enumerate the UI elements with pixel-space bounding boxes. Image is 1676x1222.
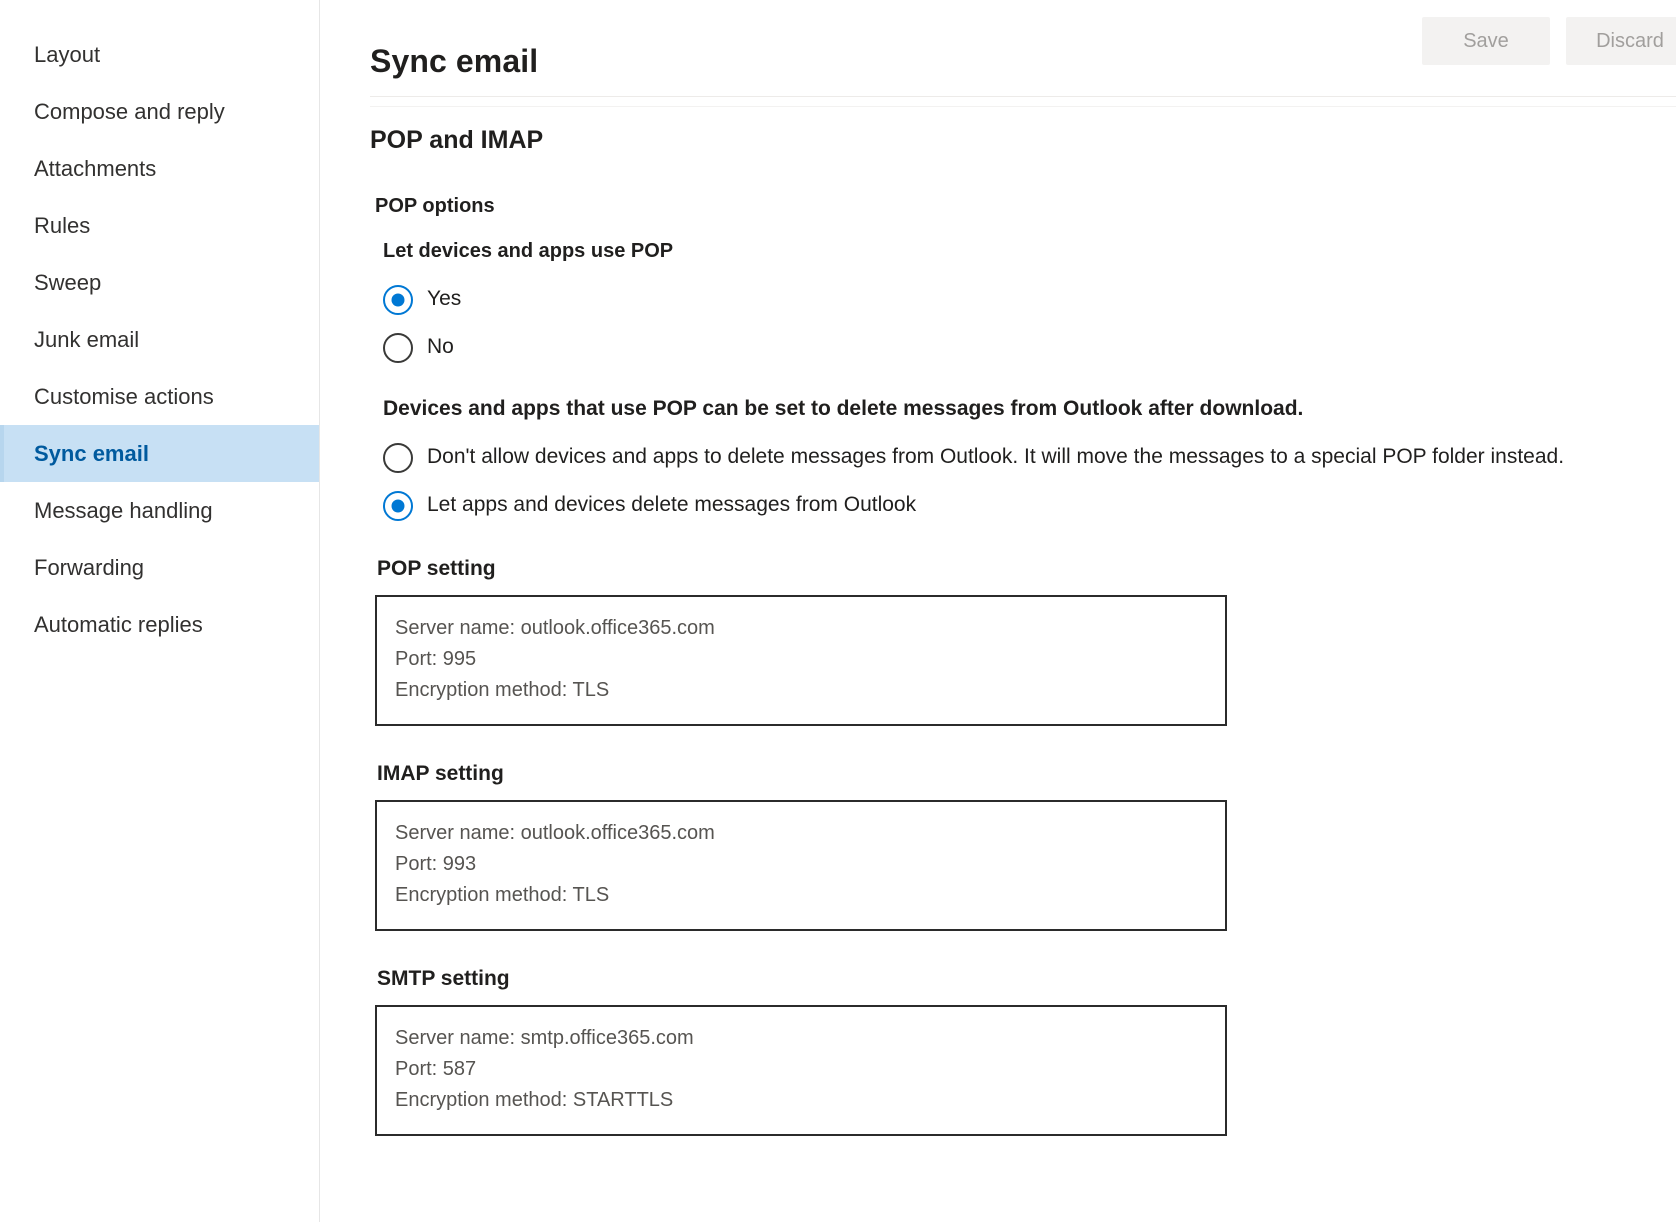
sidebar-item-label: Customise actions xyxy=(34,383,214,409)
smtp-port: Port: 587 xyxy=(395,1058,477,1080)
sidebar-item-junk-email[interactable]: Junk email xyxy=(0,311,319,368)
radio-icon-pop-yes[interactable] xyxy=(383,285,413,315)
radio-row-pop-no[interactable]: No xyxy=(375,331,1676,363)
pop-setting-label: POP setting xyxy=(377,557,496,580)
smtp-setting-box: Server name: smtp.office365.com Port: 58… xyxy=(375,1005,1227,1136)
delete-messages-statement: Devices and apps that use POP can be set… xyxy=(383,397,1304,420)
sidebar-item-label: Forwarding xyxy=(34,554,145,580)
sidebar-item-label: Rules xyxy=(34,212,91,238)
sidebar-item-forwarding[interactable]: Forwarding xyxy=(0,539,319,596)
sidebar-item-sync-email[interactable]: Sync email xyxy=(0,425,319,482)
save-button[interactable]: Save xyxy=(1422,17,1550,65)
pop-server-name: Server name: outlook.office365.com xyxy=(395,617,715,639)
sidebar-item-rules[interactable]: Rules xyxy=(0,197,319,254)
sidebar-item-label: Sweep xyxy=(34,269,102,295)
pop-options-block: POP options Let devices and apps use POP… xyxy=(370,195,1676,1136)
radio-label-allow-delete: Let apps and devices delete messages fro… xyxy=(427,493,917,516)
radio-icon-allow-delete[interactable] xyxy=(383,491,413,521)
sidebar-item-label: Sync email xyxy=(34,440,149,466)
pop-setting-box: Server name: outlook.office365.com Port:… xyxy=(375,595,1227,726)
imap-encryption: Encryption method: TLS xyxy=(395,884,610,906)
radio-row-allow-delete[interactable]: Let apps and devices delete messages fro… xyxy=(375,489,1676,521)
sidebar-item-label: Automatic replies xyxy=(34,611,203,637)
header-actions: Save Discard xyxy=(1422,17,1676,65)
sidebar-item-label: Junk email xyxy=(34,326,140,352)
pop-port: Port: 995 xyxy=(395,648,477,670)
radio-label-dont-allow-delete: Don't allow devices and apps to delete m… xyxy=(427,445,1565,468)
radio-icon-dont-allow-delete[interactable] xyxy=(383,443,413,473)
section-title-pop-and-imap: POP and IMAP xyxy=(370,126,544,154)
pop-options-title: POP options xyxy=(375,195,495,217)
settings-content: POP and IMAP POP options Let devices and… xyxy=(320,96,1676,1136)
sidebar-item-compose-and-reply[interactable]: Compose and reply xyxy=(0,83,319,140)
smtp-setting-label: SMTP setting xyxy=(377,967,510,990)
header-divider xyxy=(370,96,1676,97)
smtp-setting-block: SMTP setting Server name: smtp.office365… xyxy=(375,967,1676,1136)
sidebar-item-label: Layout xyxy=(34,41,101,67)
page-header: Sync email Save Discard xyxy=(320,0,1676,107)
imap-setting-box: Server name: outlook.office365.com Port:… xyxy=(375,800,1227,931)
pop-use-group-label: Let devices and apps use POP xyxy=(383,240,674,262)
radio-icon-pop-no[interactable] xyxy=(383,333,413,363)
radio-row-pop-yes[interactable]: Yes xyxy=(375,283,1676,315)
sidebar-item-automatic-replies[interactable]: Automatic replies xyxy=(0,596,319,653)
smtp-server-name: Server name: smtp.office365.com xyxy=(395,1027,694,1049)
settings-main-panel: Sync email Save Discard POP and IMAP POP… xyxy=(320,0,1676,1222)
sidebar-item-layout[interactable]: Layout xyxy=(0,26,319,83)
settings-sidebar: Layout Compose and reply Attachments Rul… xyxy=(0,0,320,1222)
sidebar-item-sweep[interactable]: Sweep xyxy=(0,254,319,311)
header-divider-secondary xyxy=(370,106,1676,107)
imap-setting-label: IMAP setting xyxy=(377,762,504,785)
radio-label-pop-yes: Yes xyxy=(427,287,462,310)
radio-row-dont-allow-delete[interactable]: Don't allow devices and apps to delete m… xyxy=(375,441,1676,473)
imap-setting-block: IMAP setting Server name: outlook.office… xyxy=(375,762,1676,931)
smtp-encryption: Encryption method: STARTTLS xyxy=(395,1089,674,1111)
imap-port: Port: 993 xyxy=(395,853,477,875)
settings-page: Layout Compose and reply Attachments Rul… xyxy=(0,0,1676,1222)
sidebar-item-customise-actions[interactable]: Customise actions xyxy=(0,368,319,425)
imap-server-name: Server name: outlook.office365.com xyxy=(395,822,715,844)
sidebar-item-label: Message handling xyxy=(34,497,213,523)
pop-setting-block: POP setting Server name: outlook.office3… xyxy=(375,557,1676,726)
sidebar-item-attachments[interactable]: Attachments xyxy=(0,140,319,197)
sidebar-item-message-handling[interactable]: Message handling xyxy=(0,482,319,539)
pop-encryption: Encryption method: TLS xyxy=(395,679,610,701)
sidebar-item-label: Compose and reply xyxy=(34,98,225,124)
radio-label-pop-no: No xyxy=(427,335,454,358)
discard-button[interactable]: Discard xyxy=(1566,17,1676,65)
page-title: Sync email xyxy=(370,43,539,80)
sidebar-item-label: Attachments xyxy=(34,155,157,181)
